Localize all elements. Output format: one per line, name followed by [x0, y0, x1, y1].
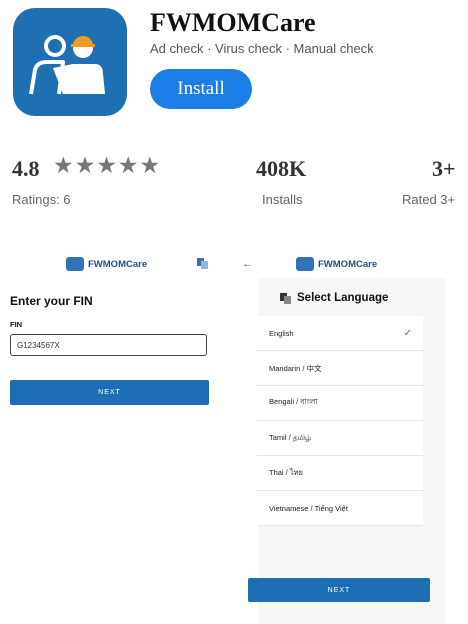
language-option-tamil[interactable]: Tamil / தமிழ்: [257, 421, 423, 456]
language-label: Tamil / தமிழ்: [269, 433, 312, 442]
screen1-logo: FWMOMCare: [66, 257, 147, 271]
screen2-logo: FWMOMCare: [296, 257, 377, 271]
age-rating-value: 3+: [432, 156, 456, 181]
app-icon: [13, 8, 127, 116]
fin-input[interactable]: [10, 334, 207, 356]
language-label: English: [269, 328, 294, 338]
language-label: Vietnamese / Tiếng Việt: [269, 503, 348, 513]
screen2-brand: FWMOMCare: [318, 258, 378, 270]
brand-badge-icon: [296, 257, 314, 271]
fin-next-button[interactable]: NEXT: [10, 380, 209, 405]
worker-logo-icon: [29, 35, 105, 95]
language-option-thai[interactable]: Thai / ไทย: [257, 456, 423, 491]
brand-badge-icon: [66, 257, 84, 271]
language-option-english[interactable]: English ✓: [257, 316, 423, 351]
language-title: Select Language: [280, 292, 388, 304]
language-list: English ✓ Mandarin / 中文 Bengali / বাংলা …: [257, 316, 423, 526]
translate-icon: [280, 292, 291, 304]
language-title-text: Select Language: [297, 292, 389, 304]
rating-value: 4.8: [12, 156, 40, 181]
install-button[interactable]: Install: [150, 69, 252, 109]
app-name: FWMOMCare: [150, 8, 316, 37]
installs-value: 408K: [256, 156, 307, 181]
language-option-bengali[interactable]: Bengali / বাংলা: [257, 386, 423, 421]
app-subtitle: Ad check · Virus check · Manual check: [150, 41, 374, 56]
installs-label: Installs: [262, 192, 303, 207]
fin-title: Enter your FIN: [10, 294, 93, 308]
fin-label: FIN: [10, 320, 23, 329]
language-label: Thai / ไทย: [269, 468, 303, 477]
translate-icon[interactable]: [197, 258, 208, 269]
language-option-mandarin[interactable]: Mandarin / 中文: [257, 351, 423, 386]
ratings-count: Ratings: 6: [12, 192, 71, 207]
language-label: Mandarin / 中文: [269, 363, 322, 373]
language-label: Bengali / বাংলা: [269, 397, 318, 406]
back-arrow-icon[interactable]: ←: [242, 258, 253, 270]
rating-stars: ★★★★★: [53, 152, 162, 178]
age-rating-label: Rated 3+: [402, 192, 456, 207]
screen1-brand: FWMOMCare: [88, 258, 148, 270]
language-option-vietnamese[interactable]: Vietnamese / Tiếng Việt: [257, 491, 423, 526]
language-next-button[interactable]: NEXT: [248, 578, 430, 602]
check-icon: ✓: [403, 327, 412, 339]
